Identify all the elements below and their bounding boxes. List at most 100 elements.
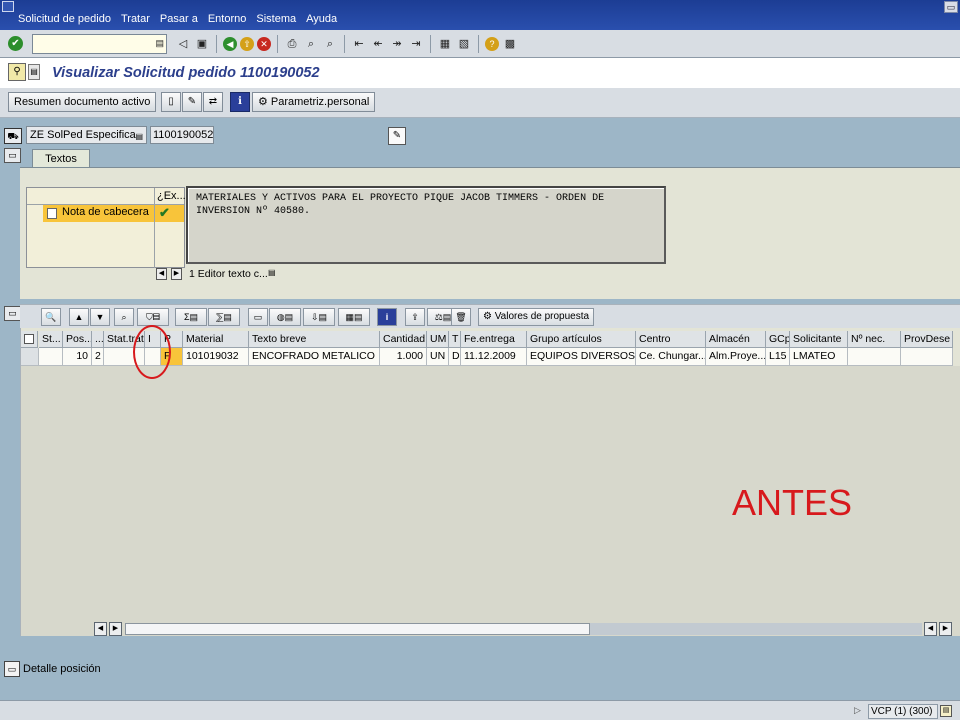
sum-icon[interactable]: Σ▤ (175, 308, 207, 326)
window-menu-icon[interactable] (2, 1, 14, 12)
scroll-right-button-icon[interactable]: ▶ (109, 622, 122, 636)
new-session-icon[interactable]: ▦ (437, 36, 453, 52)
window-close-icon[interactable]: ▭ (944, 1, 958, 13)
scroll-track[interactable] (125, 623, 922, 635)
cart-icon: ⛟ (4, 128, 22, 144)
sort-desc-icon[interactable]: ▼ (90, 308, 110, 326)
item-detail-toggle-icon[interactable]: ▭ (4, 661, 20, 677)
col-t[interactable]: T (449, 331, 461, 348)
menu-solicitud[interactable]: Solicitud de pedido (18, 13, 111, 25)
print-icon[interactable]: ⎙ (284, 36, 300, 52)
col-dots[interactable]: ... (92, 331, 104, 348)
system-info-dropdown-icon[interactable]: ▤ (940, 705, 952, 717)
col-status[interactable]: St... (39, 331, 63, 348)
filter-icon[interactable]: ⛉▤ (137, 308, 169, 326)
application-toolbar: Resumen documento activo ▯ ✎ ⇄ i ⚙ Parame… (0, 88, 960, 118)
layout-icon[interactable]: ▦▤ (338, 308, 370, 326)
document-number-field[interactable]: 1100190052 (150, 126, 214, 144)
scroll-right-end-icon[interactable]: ▶ (939, 622, 952, 636)
add-item-icon[interactable]: ⇪ (405, 308, 425, 326)
sort-asc-icon[interactable]: ▲ (69, 308, 89, 326)
shortcut-icon[interactable]: ▧ (456, 36, 472, 52)
document-type-dropdown-icon[interactable]: ▤ (135, 129, 143, 145)
document-type-value: ZE SolPed Especifica (30, 129, 136, 141)
col-short-text[interactable]: Texto breve (249, 331, 380, 348)
items-toggle-icon[interactable]: ▭ (4, 306, 21, 321)
subtotal-icon[interactable]: ⅀▤ (208, 308, 240, 326)
first-page-icon[interactable]: ⇤ (351, 36, 367, 52)
col-quantity[interactable]: Cantidad (380, 331, 427, 348)
scroll-left-icon[interactable]: ◀ (156, 268, 167, 280)
back-icon[interactable]: ◀ (223, 37, 237, 51)
editor-dropdown-icon[interactable]: ▤ (268, 268, 276, 277)
col-tracking-number[interactable]: Nº nec. (848, 331, 901, 348)
tree-item-header-note[interactable]: Nota de cabecera ✔ (43, 205, 184, 222)
note-icon (47, 208, 57, 219)
scroll-thumb[interactable] (125, 623, 590, 635)
help-icon[interactable]: ? (485, 37, 499, 51)
delete-icon[interactable]: 🗑 (451, 308, 471, 326)
menu-sistema[interactable]: Sistema (256, 13, 296, 25)
title-bar: ⚲ ▤ Visualizar Solicitud pedido 11001900… (0, 58, 960, 88)
find-icon[interactable]: ⌕ (303, 36, 319, 52)
menu-tratar[interactable]: Tratar (121, 13, 150, 25)
last-page-icon[interactable]: ⇥ (408, 36, 424, 52)
prev-page-icon[interactable]: ↞ (370, 36, 386, 52)
status-expand-icon[interactable]: ▷ (854, 705, 861, 716)
col-storage-location[interactable]: Almacén (706, 331, 766, 348)
grid-horizontal-scrollbar[interactable]: ◀ ▶ ◀ ▶ (94, 622, 952, 636)
menu-pasar-a[interactable]: Pasar a (160, 13, 198, 25)
col-requisitioner[interactable]: Solicitante (790, 331, 848, 348)
display-change-icon[interactable]: ⇄ (203, 92, 223, 112)
text-editor[interactable]: MATERIALES Y ACTIVOS PARA EL PROYECTO PI… (186, 186, 666, 264)
cell-requisitioner: LMATEO (790, 348, 848, 366)
enter-icon[interactable]: ✔ (8, 36, 23, 51)
col-material-group[interactable]: Grupo artículos (527, 331, 636, 348)
col-purch-group[interactable]: GCp (766, 331, 790, 348)
scroll-left-button-icon[interactable]: ◀ (94, 622, 107, 636)
summary-button[interactable]: Resumen documento activo (8, 92, 157, 112)
select-all-icon[interactable] (21, 331, 38, 348)
other-document-icon[interactable]: ⚲ (8, 63, 26, 81)
cell-material-group: EQUIPOS DIVERSOS (527, 348, 636, 366)
header-toggle-icon[interactable]: ▭ (4, 148, 21, 163)
scroll-right-icon[interactable]: ▶ (171, 268, 182, 280)
tab-textos[interactable]: Textos (32, 149, 90, 168)
proposal-values-button[interactable]: ⚙ Valores de propuesta (478, 308, 595, 326)
exit-icon[interactable]: ⇧ (240, 37, 254, 51)
views-icon[interactable]: ◍▤ (269, 308, 301, 326)
print-preview-icon[interactable]: ▭ (248, 308, 268, 326)
personal-settings-button[interactable]: ⚙ Parametriz.personal (252, 92, 376, 112)
check-icon: ✔ (159, 205, 170, 220)
cell-um: UN (427, 348, 449, 366)
row-selector[interactable] (21, 348, 39, 366)
command-dropdown-icon[interactable]: ▤ (155, 38, 164, 49)
standard-toolbar: ✔ ▤ ◁ ▣ ◀ ⇧ ✕ ⎙ ⌕ ⌕ ⇤ ↞ ↠ ⇥ ▦ ▧ ? ▩ (0, 30, 960, 58)
scroll-left-end-icon[interactable]: ◀ (924, 622, 937, 636)
change-icon[interactable]: ✎ (182, 92, 202, 112)
collapse-icon[interactable]: ◁ (175, 36, 191, 52)
other-purchase-req-icon[interactable]: ✎ (388, 127, 406, 145)
find-grid-icon[interactable]: ⌕ (114, 308, 134, 326)
menu-ayuda[interactable]: Ayuda (306, 13, 337, 25)
save-icon[interactable]: ▣ (194, 36, 210, 52)
details-icon[interactable]: 🔍 (41, 308, 61, 326)
col-delivery-date[interactable]: Fe.entrega (461, 331, 527, 348)
info-icon[interactable]: i (230, 92, 250, 112)
col-plant[interactable]: Centro (636, 331, 706, 348)
create-icon[interactable]: ▯ (161, 92, 181, 112)
document-dropdown-icon[interactable]: ▤ (28, 64, 40, 80)
export-icon[interactable]: ⇩▤ (303, 308, 335, 326)
menu-entorno[interactable]: Entorno (208, 13, 247, 25)
grid-info-icon[interactable]: i (377, 308, 397, 326)
next-page-icon[interactable]: ↠ (389, 36, 405, 52)
col-desired-vendor[interactable]: ProvDese (901, 331, 953, 348)
layout-menu-icon[interactable]: ▩ (502, 36, 518, 52)
document-type-field[interactable]: ZE SolPed Especifica ▤ (26, 126, 147, 144)
command-field[interactable]: ▤ (32, 34, 167, 54)
col-material[interactable]: Material (183, 331, 249, 348)
col-position[interactable]: Pos... (63, 331, 92, 348)
cancel-icon[interactable]: ✕ (257, 37, 271, 51)
find-next-icon[interactable]: ⌕ (322, 36, 338, 52)
col-um[interactable]: UM (427, 331, 449, 348)
